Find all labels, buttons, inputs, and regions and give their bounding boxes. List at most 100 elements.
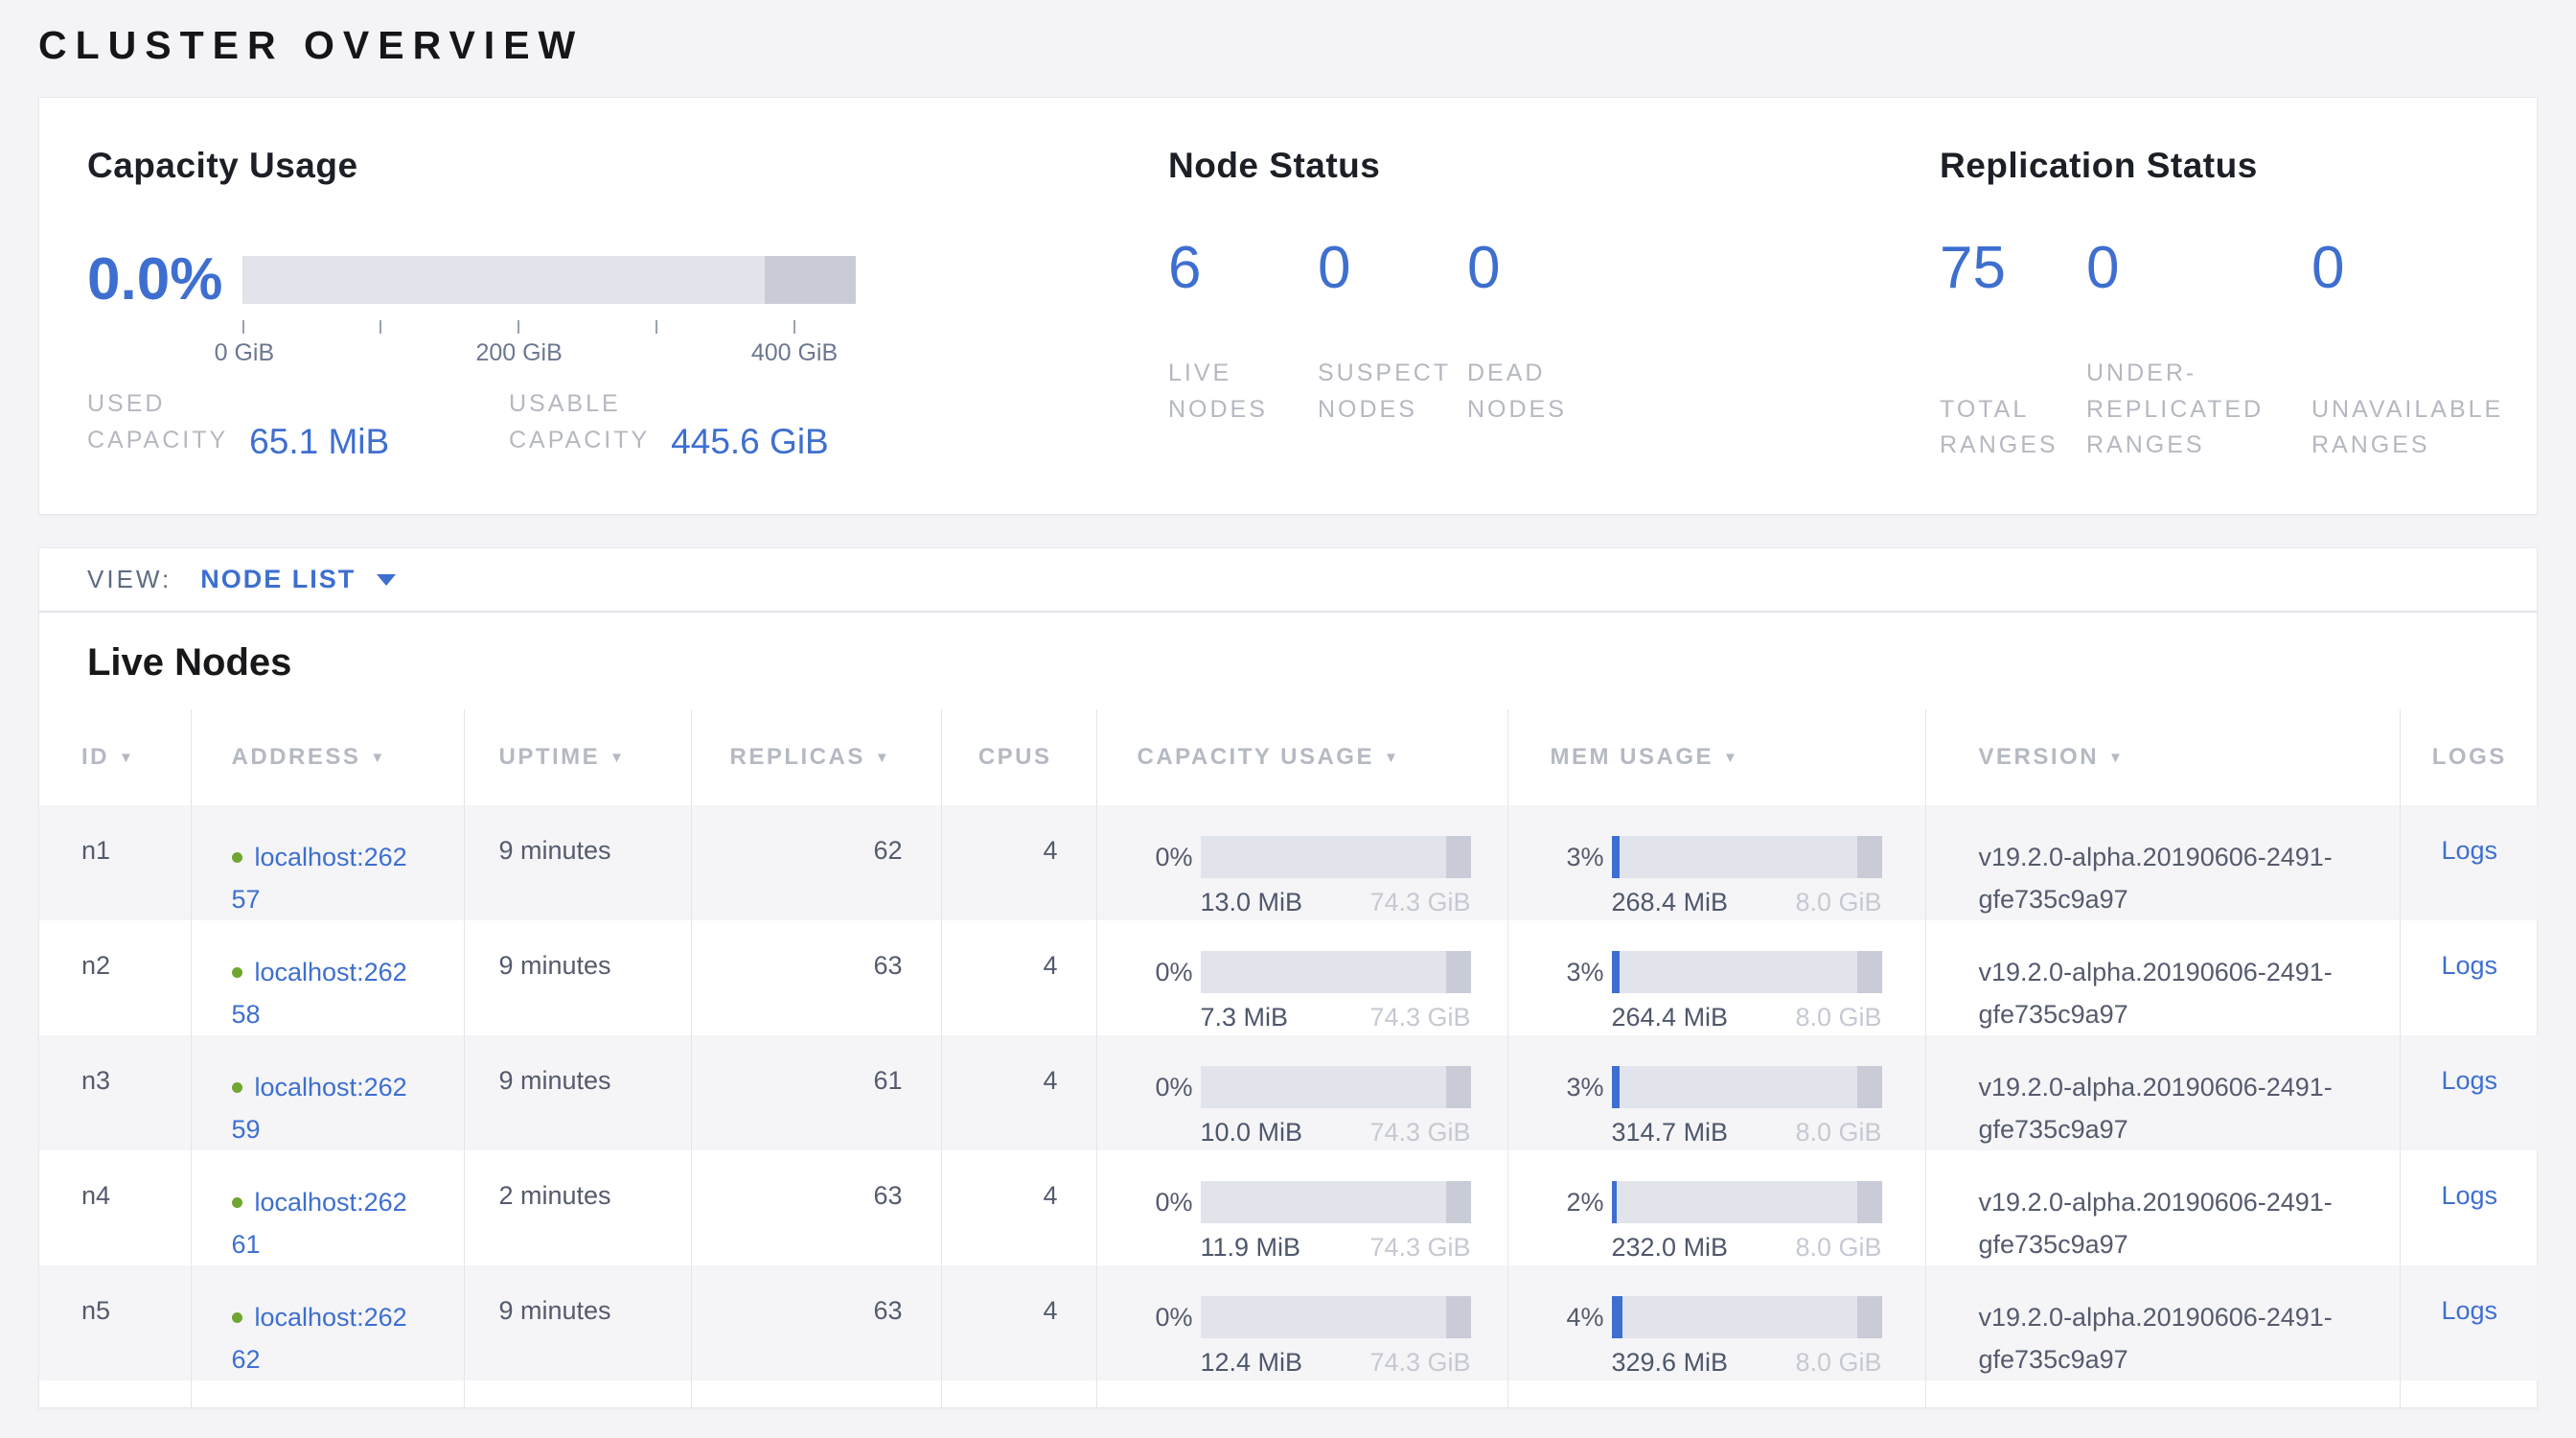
logs-link[interactable]: Logs bbox=[2441, 1181, 2497, 1210]
mem-used-value: 264.4 MiB bbox=[1612, 1003, 1729, 1032]
live-status-dot-icon bbox=[232, 1312, 242, 1323]
capacity-used-value: 10.0 MiB bbox=[1201, 1118, 1303, 1148]
column-header-capacity-usage[interactable]: CAPACITY USAGE▼ bbox=[1096, 709, 1507, 805]
mem-usage-bar bbox=[1612, 951, 1882, 993]
node-table-row: n3 localhost:26259 9 minutes 61 4 0% 10.… bbox=[39, 1035, 2539, 1150]
mem-usage-bar bbox=[1612, 1066, 1882, 1108]
usable-capacity-label: USABLE CAPACITY bbox=[509, 386, 650, 458]
node-id-cell: n1 bbox=[39, 805, 191, 920]
mem-other-segment bbox=[1857, 951, 1881, 993]
under-replicated-label: UNDER- REPLICATED RANGES bbox=[2086, 356, 2312, 464]
live-status-dot-icon bbox=[232, 852, 242, 863]
capacity-other-segment bbox=[1446, 1296, 1470, 1338]
logs-link[interactable]: Logs bbox=[2441, 1066, 2497, 1095]
sort-arrow-icon: ▼ bbox=[2108, 750, 2125, 766]
axis-tick bbox=[518, 320, 519, 334]
mem-used-value: 314.7 MiB bbox=[1612, 1118, 1729, 1148]
node-version-cell: v19.2.0-alpha.20190606-2491-gfe735c9a97 bbox=[1925, 805, 2400, 920]
mem-used-fill bbox=[1612, 1296, 1622, 1338]
logs-link[interactable]: Logs bbox=[2441, 1296, 2497, 1325]
capacity-usage-section: Capacity Usage 0.0% 0 GiB 200 GiB 40 bbox=[87, 146, 1168, 514]
under-replicated-count: 0 bbox=[2086, 234, 2312, 302]
node-address-link[interactable]: localhost:26258 bbox=[232, 958, 407, 1029]
node-address-cell: localhost:26261 bbox=[191, 1150, 464, 1265]
live-nodes-title: Live Nodes bbox=[39, 641, 2537, 684]
node-cpus-cell: 4 bbox=[941, 920, 1096, 1035]
capacity-used-value: 12.4 MiB bbox=[1201, 1348, 1303, 1378]
node-address-link[interactable]: localhost:26262 bbox=[232, 1303, 407, 1374]
node-address-cell: localhost:26257 bbox=[191, 805, 464, 920]
node-cpus-cell: 4 bbox=[941, 1035, 1096, 1150]
column-header-address[interactable]: ADDRESS▼ bbox=[191, 709, 464, 805]
capacity-total-value: 74.3 GiB bbox=[1369, 1233, 1470, 1263]
node-version-cell: v19.2.0-alpha.20190606-2491-gfe735c9a97 bbox=[1925, 920, 2400, 1035]
column-header-cpus: CPUS bbox=[941, 709, 1096, 805]
mem-used-fill bbox=[1612, 1066, 1620, 1108]
column-header-replicas[interactable]: REPLICAS▼ bbox=[691, 709, 941, 805]
capacity-used-value: 13.0 MiB bbox=[1201, 888, 1303, 917]
live-nodes-count: 6 bbox=[1168, 234, 1318, 302]
replication-status-section: Replication Status 75 0 0 TOTAL RANGES U… bbox=[1940, 146, 2503, 514]
capacity-other-segment bbox=[1446, 1066, 1470, 1108]
column-header-uptime[interactable]: UPTIME▼ bbox=[464, 709, 691, 805]
node-table-row: n2 localhost:26258 9 minutes 63 4 0% 7.3… bbox=[39, 920, 2539, 1035]
capacity-usage-bar bbox=[1201, 1066, 1471, 1108]
node-logs-cell: Logs bbox=[2400, 1150, 2539, 1265]
capacity-usage-bar bbox=[1201, 1296, 1471, 1338]
column-header-logs: LOGS bbox=[2400, 709, 2539, 805]
mem-percent-label: 3% bbox=[1508, 1073, 1604, 1102]
live-status-dot-icon bbox=[232, 1197, 242, 1208]
sort-arrow-icon: ▼ bbox=[370, 750, 386, 766]
chevron-down-icon[interactable] bbox=[377, 574, 396, 586]
column-header-mem-usage[interactable]: MEM USAGE▼ bbox=[1507, 709, 1925, 805]
capacity-other-segment bbox=[1446, 1181, 1470, 1223]
node-address-cell: localhost:26262 bbox=[191, 1265, 464, 1380]
mem-other-segment bbox=[1857, 1296, 1881, 1338]
capacity-usage-bar bbox=[1201, 836, 1471, 878]
mem-total-value: 8.0 GiB bbox=[1795, 1348, 1881, 1378]
table-header-row: ID▼ ADDRESS▼ UPTIME▼ REPLICAS▼ CPUS CAPA… bbox=[39, 709, 2539, 805]
mem-total-value: 8.0 GiB bbox=[1795, 1118, 1881, 1148]
node-status-title: Node Status bbox=[1168, 146, 1940, 186]
node-address-link[interactable]: localhost:26257 bbox=[232, 843, 407, 914]
capacity-percent-label: 0% bbox=[1097, 1188, 1193, 1218]
capacity-used-value: 11.9 MiB bbox=[1201, 1233, 1301, 1263]
logs-link[interactable]: Logs bbox=[2441, 951, 2497, 980]
column-header-id[interactable]: ID▼ bbox=[39, 709, 191, 805]
node-version-cell: v19.2.0-alpha.20190606-2491-gfe735c9a97 bbox=[1925, 1265, 2400, 1380]
total-ranges-count: 75 bbox=[1940, 234, 2086, 302]
cluster-summary-panel: Capacity Usage 0.0% 0 GiB 200 GiB 40 bbox=[38, 97, 2538, 515]
node-cpus-cell: 4 bbox=[941, 1265, 1096, 1380]
partial-next-row bbox=[39, 1380, 2539, 1407]
axis-label-0: 0 GiB bbox=[215, 339, 275, 367]
capacity-total-value: 74.3 GiB bbox=[1369, 1118, 1470, 1148]
logs-link[interactable]: Logs bbox=[2441, 836, 2497, 865]
live-status-dot-icon bbox=[232, 1082, 242, 1093]
mem-total-value: 8.0 GiB bbox=[1795, 1233, 1881, 1263]
node-logs-cell: Logs bbox=[2400, 920, 2539, 1035]
capacity-percent-label: 0% bbox=[1097, 1303, 1193, 1333]
node-uptime-cell: 9 minutes bbox=[464, 1265, 691, 1380]
node-cpus-cell: 4 bbox=[941, 1150, 1096, 1265]
mem-used-value: 268.4 MiB bbox=[1612, 888, 1729, 917]
node-version-cell: v19.2.0-alpha.20190606-2491-gfe735c9a97 bbox=[1925, 1150, 2400, 1265]
node-replicas-cell: 63 bbox=[691, 920, 941, 1035]
node-address-link[interactable]: localhost:26261 bbox=[232, 1188, 407, 1259]
node-capacity-usage-cell: 0% 10.0 MiB 74.3 GiB bbox=[1096, 1035, 1507, 1150]
live-nodes-panel: Live Nodes ID▼ ADDRESS▼ UPTIME▼ REPLICAS… bbox=[38, 613, 2538, 1408]
mem-other-segment bbox=[1857, 1181, 1881, 1223]
axis-tick bbox=[794, 320, 795, 334]
node-id-cell: n4 bbox=[39, 1150, 191, 1265]
column-header-version[interactable]: VERSION▼ bbox=[1925, 709, 2400, 805]
view-dropdown[interactable]: NODE LIST bbox=[200, 565, 356, 594]
node-capacity-usage-cell: 0% 7.3 MiB 74.3 GiB bbox=[1096, 920, 1507, 1035]
node-status-section: Node Status 6 0 0 LIVE NODES SUSPECT NOD… bbox=[1168, 146, 1940, 514]
sort-arrow-icon: ▼ bbox=[1723, 750, 1739, 766]
live-nodes-label: LIVE NODES bbox=[1168, 356, 1318, 428]
node-id-cell: n5 bbox=[39, 1265, 191, 1380]
capacity-gauge-other-segment bbox=[765, 256, 856, 304]
node-logs-cell: Logs bbox=[2400, 1265, 2539, 1380]
node-address-link[interactable]: localhost:26259 bbox=[232, 1073, 407, 1144]
node-mem-usage-cell: 3% 268.4 MiB 8.0 GiB bbox=[1507, 805, 1925, 920]
node-table-row: n1 localhost:26257 9 minutes 62 4 0% 13.… bbox=[39, 805, 2539, 920]
